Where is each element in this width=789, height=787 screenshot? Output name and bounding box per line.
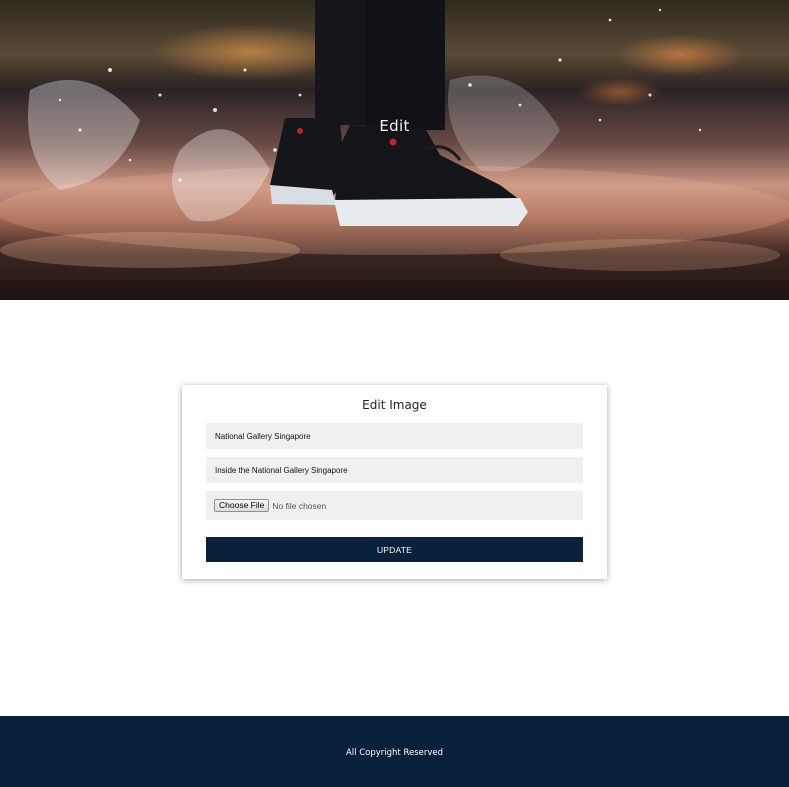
edit-image-card: Edit Image Choose File No file chosen UP… — [182, 385, 607, 579]
hero-banner: Edit — [0, 0, 789, 300]
choose-file-button[interactable]: Choose File — [214, 499, 270, 512]
footer: All Copyright Reserved — [0, 716, 789, 787]
page: Edit Edit Image Choose File No file chos… — [0, 0, 789, 787]
card-heading: Edit Image — [362, 398, 427, 412]
update-button[interactable]: UPDATE — [206, 537, 583, 562]
file-status-text: No file chosen — [272, 500, 327, 511]
image-name-input[interactable] — [206, 423, 583, 449]
file-input[interactable]: Choose File No file chosen — [206, 491, 583, 520]
hero-title: Edit — [379, 117, 410, 135]
image-description-input[interactable] — [206, 457, 583, 483]
footer-copyright: All Copyright Reserved — [345, 748, 444, 758]
hero-image — [0, 0, 789, 300]
